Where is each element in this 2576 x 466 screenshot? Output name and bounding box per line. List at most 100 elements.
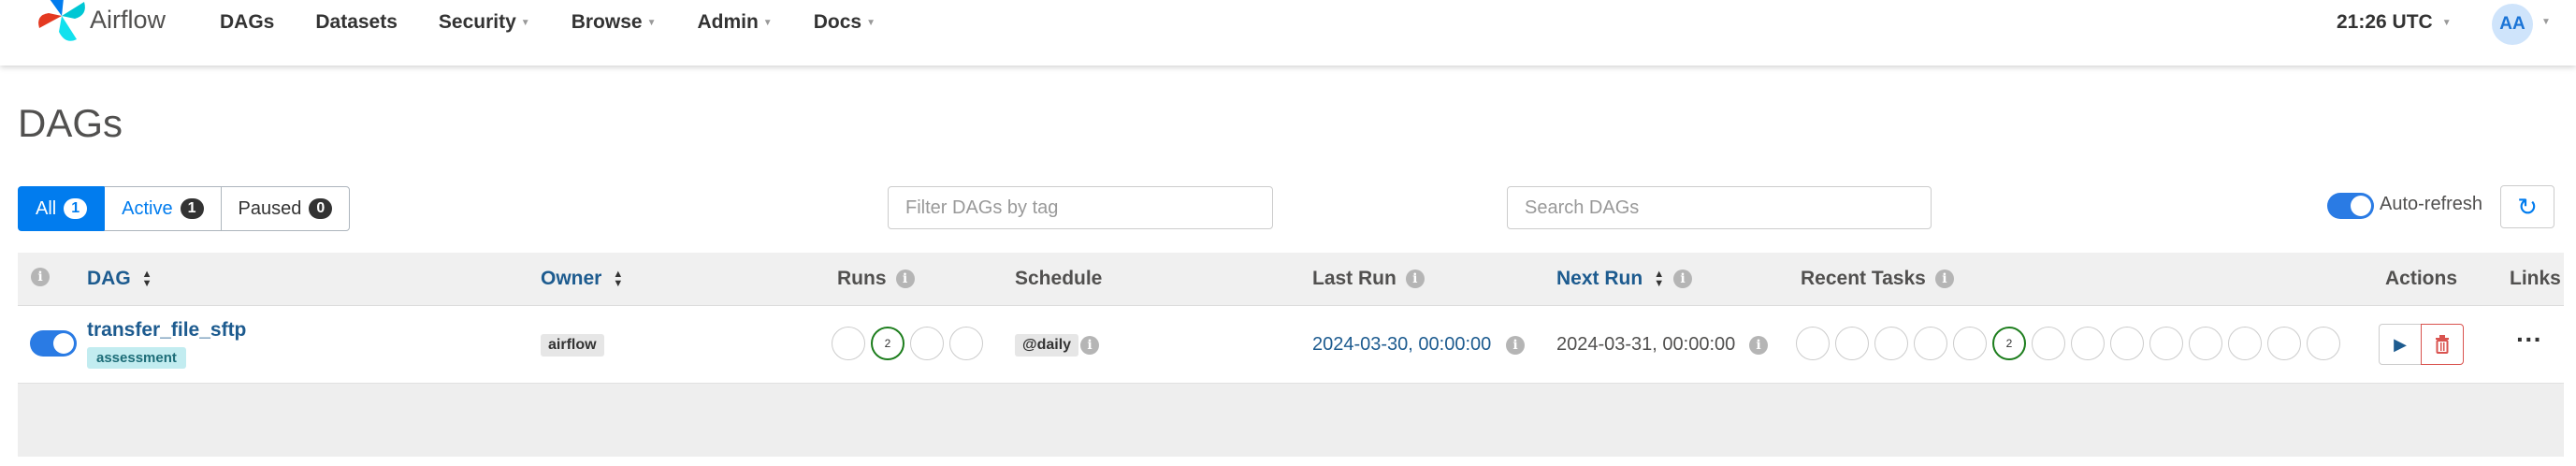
info-icon[interactable]: i xyxy=(1749,336,1768,355)
chevron-down-icon: ▼ xyxy=(866,17,876,28)
chevron-down-icon: ▼ xyxy=(646,17,657,28)
schedule-badge[interactable]: @daily xyxy=(1015,334,1079,357)
task-status-circle[interactable] xyxy=(2189,327,2222,360)
timezone-menu[interactable]: 21:26 UTC ▼ xyxy=(2337,11,2452,34)
sort-icon: ▲ ▼ xyxy=(141,269,152,289)
header-next-run-label: Next Run xyxy=(1556,268,1643,289)
info-icon[interactable]: i xyxy=(895,269,915,288)
nav-security-label: Security xyxy=(438,11,516,33)
trigger-dag-button[interactable]: ▶ xyxy=(2379,324,2422,365)
nav-browse-label: Browse xyxy=(571,11,643,33)
auto-refresh-label: Auto-refresh xyxy=(2380,194,2483,214)
tag-filter-input[interactable]: Filter DAGs by tag xyxy=(888,186,1273,229)
header-recent-tasks-label: Recent Tasks xyxy=(1801,268,1926,289)
dag-pause-toggle[interactable] xyxy=(30,330,77,357)
task-status-circle[interactable] xyxy=(1874,327,1908,360)
header-runs: Runs i xyxy=(837,268,915,290)
dag-search-input[interactable]: Search DAGs xyxy=(1507,186,1932,229)
main-nav: DAGs Datasets Security ▼ Browse ▼ Admin ▼ D… xyxy=(220,11,917,34)
header-actions: Actions xyxy=(2385,268,2458,289)
nav-browse[interactable]: Browse ▼ xyxy=(572,11,657,34)
play-icon: ▶ xyxy=(2394,334,2407,354)
header-recent-tasks: Recent Tasks i xyxy=(1801,268,1954,290)
nav-admin[interactable]: Admin ▼ xyxy=(697,11,772,34)
filter-paused-label: Paused xyxy=(238,197,302,219)
nav-dags-label: DAGs xyxy=(220,11,275,33)
header-schedule-label: Schedule xyxy=(1015,268,1103,289)
dag-id-link[interactable]: transfer_file_sftp xyxy=(87,319,246,342)
nav-docs[interactable]: Docs ▼ xyxy=(814,11,876,34)
run-status-circle-success[interactable]: 2 xyxy=(871,327,904,360)
nav-datasets[interactable]: Datasets xyxy=(315,11,398,34)
refresh-icon: ↻ xyxy=(2517,192,2538,221)
header-owner-label: Owner xyxy=(541,268,602,289)
nav-security[interactable]: Security ▼ xyxy=(439,11,530,34)
header-dag[interactable]: DAG ▲ ▼ xyxy=(87,268,152,290)
links-menu-icon[interactable]: ··· xyxy=(2516,325,2542,355)
header-owner[interactable]: Owner ▲ ▼ xyxy=(541,268,623,290)
chevron-down-icon: ▼ xyxy=(520,17,530,28)
header-next-run[interactable]: Next Run ▲ ▼ i xyxy=(1556,268,1693,290)
nav-docs-label: Docs xyxy=(813,11,862,33)
header-runs-label: Runs xyxy=(837,268,887,289)
task-status-circle[interactable] xyxy=(2110,327,2144,360)
filter-all-button[interactable]: All 1 xyxy=(18,186,105,231)
task-status-circle[interactable] xyxy=(1835,327,1869,360)
header-dag-label: DAG xyxy=(87,268,131,289)
table-footer xyxy=(18,384,2564,457)
status-filter-group: All 1 Active 1 Paused 0 xyxy=(18,186,351,231)
chevron-down-icon[interactable]: ▼ xyxy=(2541,17,2551,27)
filter-active-count: 1 xyxy=(180,198,204,219)
task-status-circle[interactable] xyxy=(2071,327,2105,360)
task-status-circle[interactable] xyxy=(2307,327,2340,360)
info-icon[interactable]: i xyxy=(1934,269,1954,288)
filter-active-label: Active xyxy=(122,197,173,219)
info-icon[interactable]: i xyxy=(1405,269,1425,288)
delete-dag-button[interactable] xyxy=(2421,324,2464,365)
last-run-link[interactable]: 2024-03-30, 00:00:00 xyxy=(1312,334,1491,356)
filter-paused-count: 0 xyxy=(309,198,333,219)
task-status-circle[interactable] xyxy=(1914,327,1947,360)
chevron-down-icon: ▼ xyxy=(2441,17,2452,28)
header-info: i xyxy=(31,268,50,286)
nav-admin-label: Admin xyxy=(697,11,759,33)
task-status-circle[interactable] xyxy=(2032,327,2065,360)
task-status-circle[interactable] xyxy=(1953,327,1987,360)
auto-refresh-toggle[interactable] xyxy=(2327,193,2374,219)
trash-icon xyxy=(2436,335,2449,354)
filter-all-label: All xyxy=(36,197,57,219)
filter-paused-button[interactable]: Paused 0 xyxy=(220,186,351,231)
nav-datasets-label: Datasets xyxy=(315,11,398,33)
info-icon[interactable]: i xyxy=(1673,269,1693,288)
task-status-circle[interactable] xyxy=(2149,327,2183,360)
sort-icon: ▲ ▼ xyxy=(613,269,624,289)
user-avatar[interactable]: AA xyxy=(2492,4,2533,45)
task-status-circle-success[interactable]: 2 xyxy=(1992,327,2026,360)
info-icon[interactable]: i xyxy=(1080,336,1099,355)
table-header: i DAG ▲ ▼ Owner ▲ ▼ Runs i Schedule Last Run i… xyxy=(18,253,2564,306)
task-status-circle[interactable] xyxy=(2267,327,2301,360)
dags-table: i DAG ▲ ▼ Owner ▲ ▼ Runs i Schedule Last Run i… xyxy=(18,253,2564,457)
task-status-circle[interactable] xyxy=(2228,327,2262,360)
run-status-circle[interactable] xyxy=(832,327,865,360)
filter-active-button[interactable]: Active 1 xyxy=(104,186,221,231)
task-status-circle[interactable] xyxy=(1796,327,1830,360)
nav-dags[interactable]: DAGs xyxy=(220,11,274,34)
top-navbar: Airflow DAGs Datasets Security ▼ Browse ▼ … xyxy=(0,0,2576,66)
header-schedule: Schedule xyxy=(1015,268,1102,290)
info-icon[interactable]: i xyxy=(31,268,50,286)
run-status-circle[interactable] xyxy=(949,327,983,360)
info-icon[interactable]: i xyxy=(1506,336,1525,355)
page-title: DAGs xyxy=(18,101,123,145)
refresh-button[interactable]: ↻ xyxy=(2500,185,2554,228)
header-last-run-label: Last Run xyxy=(1312,268,1397,289)
airflow-logo-icon[interactable] xyxy=(36,0,88,45)
brand-name[interactable]: Airflow xyxy=(90,6,166,35)
table-row: transfer_file_sftp assessment airflow 2 … xyxy=(18,306,2564,384)
current-time: 21:26 UTC xyxy=(2337,11,2433,33)
owner-badge[interactable]: airflow xyxy=(541,334,604,357)
filter-all-count: 1 xyxy=(64,198,88,219)
header-links: Links xyxy=(2510,268,2561,289)
run-status-circle[interactable] xyxy=(910,327,944,360)
dag-tag[interactable]: assessment xyxy=(87,347,186,369)
